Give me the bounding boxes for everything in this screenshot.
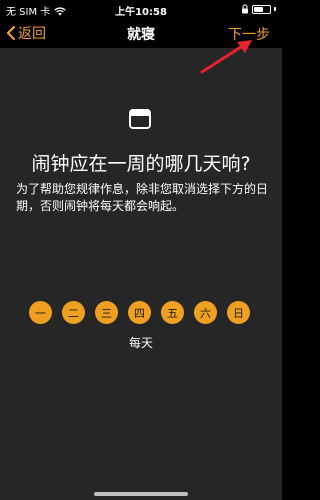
explanation-text: 为了帮助您规律作息，除非您取消选择下方的日期，否则闹钟将每天都会响起。 <box>16 182 269 213</box>
repeat-summary: 每天 <box>128 336 153 350</box>
home-indicator <box>94 492 188 496</box>
lock-icon <box>242 4 248 14</box>
status-right <box>241 4 276 14</box>
day-toggle-mon[interactable]: 一 <box>29 301 52 324</box>
weekday-selector: 一 二 三 四 五 六 日 <box>29 301 250 324</box>
day-toggle-sat[interactable]: 六 <box>194 301 217 324</box>
day-toggle-tue[interactable]: 二 <box>62 301 85 324</box>
main-content: 闹钟应在一周的哪几天响? 为了帮助您规律作息，除非您取消选择下方的日期，否则闹钟… <box>0 48 282 500</box>
battery-tip <box>274 7 276 11</box>
day-toggle-fri[interactable]: 五 <box>161 301 184 324</box>
day-toggle-wed[interactable]: 三 <box>95 301 118 324</box>
annotation-arrow-icon <box>200 40 252 74</box>
status-bar: 无 SIM 卡 上午10:58 <box>0 0 282 18</box>
question-heading: 闹钟应在一周的哪几天响? <box>31 153 251 175</box>
calendar-icon <box>129 109 151 129</box>
day-toggle-thu[interactable]: 四 <box>128 301 151 324</box>
day-toggle-sun[interactable]: 日 <box>227 301 250 324</box>
battery-icon <box>252 4 271 14</box>
status-time: 上午10:58 <box>115 7 167 18</box>
